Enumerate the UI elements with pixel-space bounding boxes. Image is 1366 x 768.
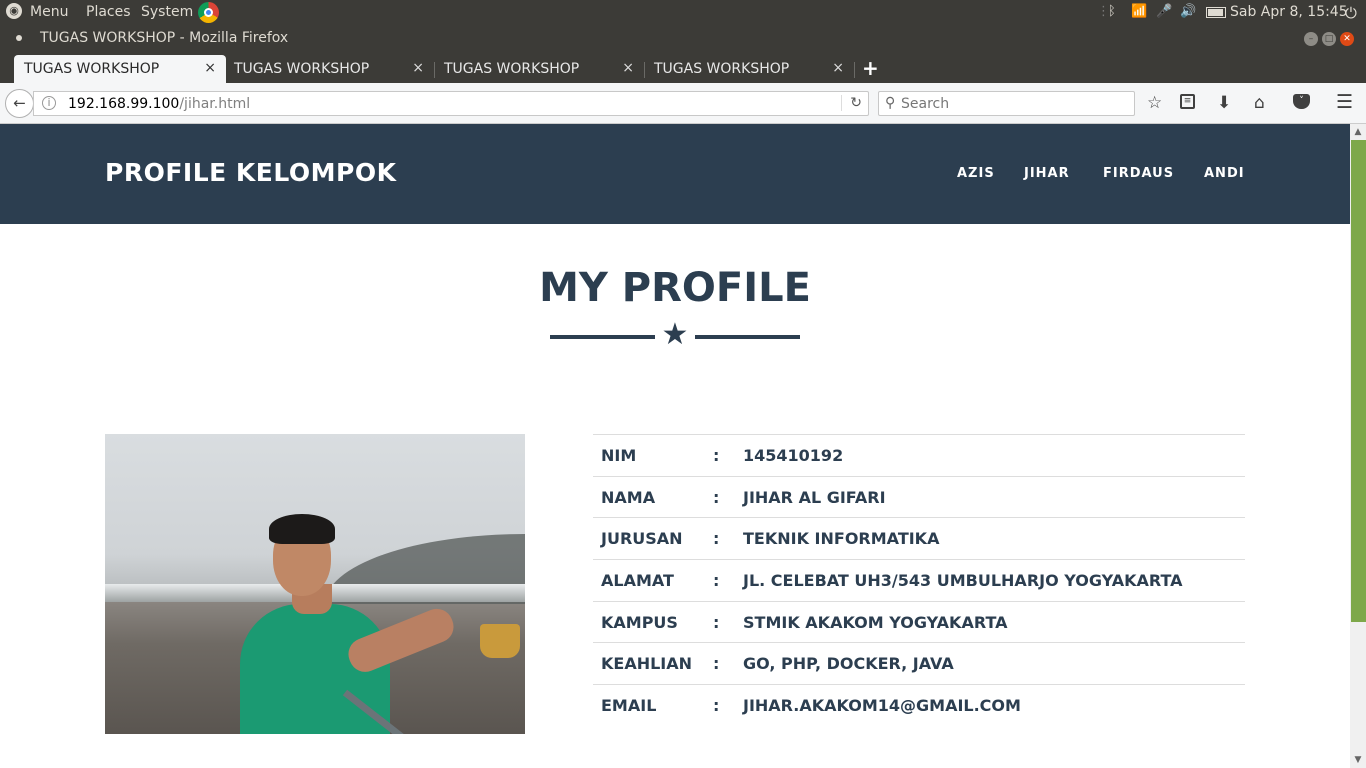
row-label: NAMA [601,487,656,507]
pocket-icon[interactable]: ˅ [1293,94,1310,109]
row-label: NIM [601,445,637,465]
bookmark-star-icon[interactable]: ☆ [1147,93,1162,113]
tab-close-icon[interactable]: × [622,60,634,76]
minimize-window-icon[interactable]: – [1304,32,1318,46]
microphone-icon[interactable]: 🎤 [1156,4,1172,19]
system-settings-menu-button[interactable]: System [141,4,193,20]
tab-title: TUGAS WORKSHOP [654,61,790,77]
table-row: EMAIL : JIHAR.AKAKOM14@GMAIL.COM [593,684,1245,727]
table-row: JURUSAN : TEKNIK INFORMATIKA [593,517,1245,560]
power-icon[interactable]: ⏻ [1345,4,1357,22]
bluetooth-icon[interactable]: ᛒ [1108,4,1116,19]
row-separator: : [713,570,720,590]
scroll-up-icon[interactable]: ▲ [1350,124,1366,140]
row-label: KAMPUS [601,612,678,632]
address-bar[interactable]: i 192.168.99.100/jihar.html ↻ [33,91,869,116]
divider-line-left [550,335,655,339]
reading-list-icon[interactable]: ≡ [1180,94,1195,109]
nav-link-firdaus[interactable]: FIRDAUS [1103,166,1174,181]
tab-close-icon[interactable]: × [832,60,844,76]
row-separator: : [713,612,720,632]
system-menu-button[interactable]: Menu [30,4,68,20]
web-page: PROFILE KELOMPOK AZIS JIHAR FIRDAUS ANDI… [0,124,1350,768]
row-separator: : [713,696,720,716]
system-top-bar: ◉ Menu Places System ⋮ ᛒ 📶 🎤 🔊 Sab Apr 8… [0,0,1366,25]
nav-link-jihar[interactable]: JIHAR [1024,166,1070,181]
navigation-toolbar: ← i 192.168.99.100/jihar.html ↻ ⚲ ☆ ≡ ⬇ … [0,83,1366,124]
reload-icon[interactable]: ↻ [841,95,862,111]
chrome-launcher-icon[interactable] [198,2,219,23]
row-value: JIHAR AL GIFARI [743,487,886,507]
hamburger-menu-icon[interactable]: ☰ [1336,91,1353,113]
table-row: NIM : 145410192 [593,434,1245,477]
scroll-down-icon[interactable]: ▼ [1350,752,1366,768]
tab-close-icon[interactable]: × [204,60,216,76]
tab-separator [854,62,855,78]
search-icon: ⚲ [885,95,896,111]
window-menu-dot-icon[interactable] [16,35,22,41]
site-brand[interactable]: PROFILE KELOMPOK [105,158,396,187]
row-label: ALAMAT [601,570,674,590]
nav-link-andi[interactable]: ANDI [1204,166,1245,181]
row-separator: : [713,654,720,674]
close-window-icon[interactable]: ✕ [1340,32,1354,46]
row-separator: : [713,487,720,507]
table-row: KEAHLIAN : GO, PHP, DOCKER, JAVA [593,642,1245,685]
home-icon[interactable]: ⌂ [1254,93,1265,113]
clock-datetime[interactable]: Sab Apr 8, 15:45 [1230,4,1348,20]
url-host: 192.168.99.100 [68,96,180,112]
back-button[interactable]: ← [5,89,34,118]
mint-logo-icon[interactable]: ◉ [6,3,22,19]
new-tab-button[interactable]: + [862,56,879,80]
wifi-icon[interactable]: 📶 [1131,4,1147,19]
tab-title: TUGAS WORKSHOP [24,61,160,77]
places-menu-button[interactable]: Places [86,4,131,20]
tab-close-icon[interactable]: × [412,60,424,76]
row-value: STMIK AKAKOM YOGYAKARTA [743,612,1008,632]
row-value: 145410192 [743,445,844,465]
row-value: JL. CELEBAT UH3/543 UMBULHARJO YOGYAKART… [743,570,1183,590]
tab-title: TUGAS WORKSHOP [444,61,580,77]
tab-strip: TUGAS WORKSHOP × TUGAS WORKSHOP × TUGAS … [0,52,1366,83]
table-row: ALAMAT : JL. CELEBAT UH3/543 UMBULHARJO … [593,559,1245,602]
row-label: JURUSAN [601,529,683,549]
maximize-window-icon[interactable]: □ [1322,32,1336,46]
window-title: TUGAS WORKSHOP - Mozilla Firefox [40,30,289,46]
table-row: NAMA : JIHAR AL GIFARI [593,476,1245,518]
row-label: KEAHLIAN [601,654,693,674]
window-title-bar: TUGAS WORKSHOP - Mozilla Firefox – □ ✕ [0,25,1366,52]
tab[interactable]: TUGAS WORKSHOP × [434,55,644,83]
url-path: /jihar.html [179,96,251,112]
profile-photo [105,434,525,734]
row-separator: : [713,529,720,549]
page-title: MY PROFILE [539,265,811,311]
tab-active[interactable]: TUGAS WORKSHOP × [14,55,226,83]
profile-info-table: NIM : 145410192 NAMA : JIHAR AL GIFARI J… [593,434,1245,726]
url-text: 192.168.99.100/jihar.html [68,96,250,112]
site-info-icon[interactable]: i [42,96,56,110]
nav-link-azis[interactable]: AZIS [957,166,995,181]
divider-line-right [695,335,800,339]
search-box[interactable]: ⚲ [878,91,1135,116]
back-arrow-icon: ← [13,94,26,112]
tab[interactable]: TUGAS WORKSHOP × [644,55,854,83]
battery-icon[interactable] [1206,7,1226,18]
volume-icon[interactable]: 🔊 [1180,4,1196,19]
scrollbar-thumb[interactable] [1351,140,1366,622]
row-value: JIHAR.AKAKOM14@GMAIL.COM [743,696,1021,716]
site-header: PROFILE KELOMPOK AZIS JIHAR FIRDAUS ANDI [0,124,1350,224]
row-separator: : [713,445,720,465]
row-label: EMAIL [601,696,657,716]
download-icon[interactable]: ⬇ [1217,93,1231,113]
row-value: GO, PHP, DOCKER, JAVA [743,654,954,674]
row-value: TEKNIK INFORMATIKA [743,529,940,549]
tab[interactable]: TUGAS WORKSHOP × [224,55,434,83]
table-row: KAMPUS : STMIK AKAKOM YOGYAKARTA [593,601,1245,643]
star-icon: ★ [661,317,689,352]
tab-title: TUGAS WORKSHOP [234,61,370,77]
search-input[interactable] [901,95,1121,113]
